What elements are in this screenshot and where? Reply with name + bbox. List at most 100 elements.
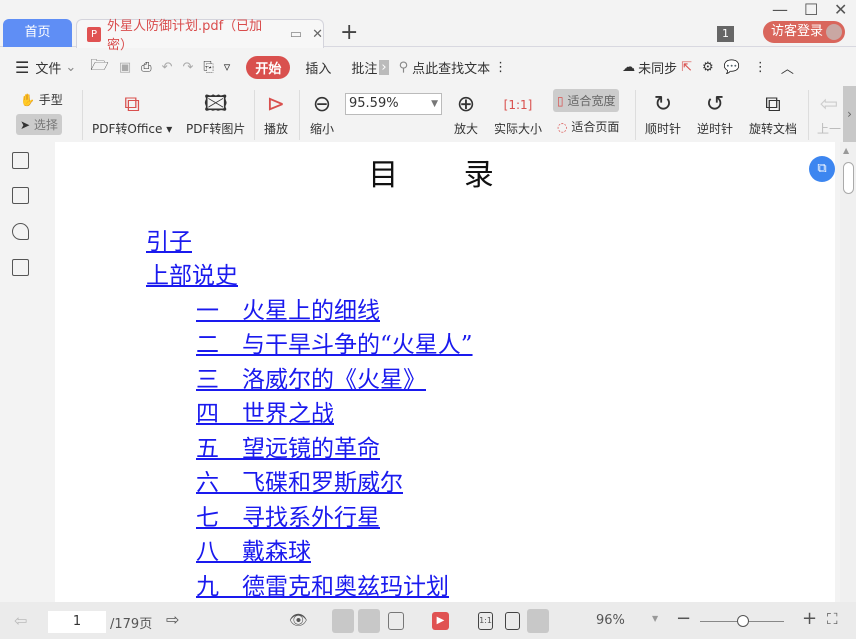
pdf-to-image-button[interactable]: 🖾 PDF转图片 — [186, 90, 245, 137]
new-tab-button[interactable]: + — [340, 20, 358, 45]
floating-tool-button[interactable]: ⧉ — [809, 156, 835, 182]
comment-icon[interactable]: 💬 — [724, 60, 740, 75]
fit-page-label: 适合页面 — [571, 120, 620, 134]
cloud-icon[interactable]: ☁ — [622, 60, 635, 75]
redo-icon[interactable]: ↷ — [182, 60, 193, 75]
actual-size-button[interactable]: [1:1] 实际大小 — [494, 90, 542, 137]
login-button[interactable]: 访客登录 — [763, 21, 845, 43]
two-page-icon[interactable] — [388, 612, 404, 630]
menu-bar: ☰ 文件 ⌄ 🗁 ▣ ⎙ ↶ ↷ ⎘ ▿ 开始 插入 批注 › ⚲ 点此查找文本… — [0, 48, 856, 86]
fit-width-label: 适合宽度 — [567, 94, 616, 108]
eye-protection-icon[interactable]: 👁 — [289, 611, 308, 629]
fit-page-button[interactable]: ◌ 适合页面 — [557, 118, 619, 135]
zoom-out-icon[interactable]: − — [676, 608, 691, 629]
play-icon: ⊳ — [266, 92, 286, 117]
tab-home[interactable]: 首页 — [3, 19, 72, 47]
previous-page-button[interactable]: ⇦ 上一 — [817, 90, 841, 137]
pdf-page: 目 录 引子 上部说史 一 火星上的细线 二 与干旱斗争的“火星人” 三 洛威尔… — [55, 142, 835, 602]
toc-entry[interactable]: 四 世界之战 — [196, 394, 334, 428]
toc-entry[interactable]: 八 戴森球 — [196, 532, 311, 566]
toc-entry[interactable]: 七 寻找系外行星 — [196, 498, 380, 532]
next-page-icon[interactable]: ⇨ — [166, 610, 179, 629]
tab-annotate[interactable]: 批注 — [351, 58, 377, 77]
actual-size-icon[interactable]: 1:1 — [478, 612, 493, 630]
settings-icon[interactable]: ⚙ — [702, 60, 714, 75]
collapse-icon[interactable]: ︿ — [781, 58, 794, 77]
tab-document[interactable]: P 外星人防御计划.pdf（已加密） ▭ ✕ — [76, 19, 324, 53]
outline-icon[interactable] — [12, 152, 29, 169]
toc-entry[interactable]: 引子 — [146, 222, 192, 256]
prev-label: 上一 — [817, 122, 842, 136]
scroll-tabs-icon[interactable]: › — [379, 59, 389, 75]
undo-icon[interactable]: ↶ — [162, 60, 173, 75]
zoom-out-button[interactable]: ⊖ 缩小 — [310, 90, 334, 137]
select-tool[interactable]: ➤ 选择 — [16, 114, 62, 135]
ribbon-scroll-right[interactable]: › — [843, 86, 856, 142]
toc-entry[interactable]: 一 火星上的细线 — [196, 291, 380, 325]
toc-entry[interactable]: 二 与干旱斗争的“火星人” — [196, 325, 473, 359]
ribbon: ✋ 手型 ➤ 选择 ⧉ PDF转Office ▾ 🖾 PDF转图片 ⊳ 播放 ⊖ 缩小 … — [0, 86, 856, 142]
open-icon[interactable]: 🗁 — [90, 55, 109, 80]
pdf-to-office-button[interactable]: ⧉ PDF转Office ▾ — [92, 90, 172, 137]
counter-clockwise-label: 逆时针 — [697, 122, 734, 136]
toc-entry[interactable]: 五 望远镜的革命 — [196, 429, 380, 463]
toc-entry[interactable]: 三 洛威尔的《火星》 — [196, 360, 426, 394]
zoom-select[interactable]: 95.59% ▼ — [345, 93, 442, 115]
single-page-continuous-icon[interactable] — [332, 609, 354, 633]
tab-insert[interactable]: 插入 — [305, 58, 331, 77]
page-total: /179页 — [110, 617, 153, 632]
play-slideshow-icon[interactable]: ▶ — [432, 612, 449, 630]
scroll-up-icon[interactable]: ▲ — [843, 146, 849, 155]
fit-width-icon[interactable] — [527, 609, 549, 633]
more-icon[interactable]: ⋮ — [494, 60, 507, 75]
toc-entry[interactable]: 九 德雷克和奥兹玛计划 — [196, 567, 449, 601]
more-options-icon[interactable]: ⋮ — [754, 60, 767, 75]
scrollbar-thumb[interactable] — [843, 162, 854, 194]
zoom-percent[interactable]: 96% — [596, 613, 625, 628]
search-input[interactable]: 点此查找文本 — [412, 58, 490, 77]
close-tab-icon[interactable]: ✕ — [312, 27, 323, 42]
play-button[interactable]: ⊳ 播放 — [264, 90, 288, 137]
hand-tool[interactable]: ✋ 手型 — [20, 91, 63, 108]
pin-icon[interactable]: ▭ — [290, 27, 302, 42]
search-icon[interactable]: ⚲ — [399, 60, 409, 75]
toc-entry[interactable]: 上部说史 — [146, 256, 238, 290]
page-number-input[interactable]: 1 — [48, 611, 106, 633]
sync-status[interactable]: 未同步 — [638, 58, 677, 77]
window-count-badge[interactable]: 1 — [717, 26, 734, 42]
rotate-clockwise-button[interactable]: ↻ 顺时针 — [645, 90, 681, 137]
maximize-icon[interactable]: ☐ — [804, 0, 818, 19]
single-page-icon[interactable] — [358, 609, 380, 633]
export-icon[interactable]: ⎘ — [203, 60, 213, 75]
pdf-to-office-label: PDF转Office — [92, 122, 163, 136]
fit-page-icon[interactable] — [505, 612, 520, 630]
thumbnail-icon[interactable] — [12, 187, 29, 204]
pdf-icon: P — [87, 26, 101, 42]
print-icon[interactable]: ⎙ — [141, 60, 151, 75]
zoom-dropdown-icon[interactable]: ▼ — [652, 614, 658, 623]
hamburger-icon[interactable]: ☰ — [15, 58, 29, 77]
share-icon[interactable]: ⇱ — [681, 60, 692, 75]
close-window-icon[interactable]: ✕ — [834, 0, 847, 19]
rotate-document-button[interactable]: ⧉ 旋转文档 — [749, 90, 797, 137]
zoom-slider-handle[interactable] — [737, 615, 749, 627]
minimize-icon[interactable]: — — [772, 0, 788, 19]
prev-page-icon[interactable]: ⇦ — [14, 611, 27, 630]
pdf-to-image-label: PDF转图片 — [186, 122, 246, 136]
zoom-in-icon[interactable]: + — [802, 608, 817, 629]
file-menu[interactable]: 文件 — [35, 58, 61, 77]
more-dropdown-icon[interactable]: ▿ — [224, 60, 231, 75]
vertical-scrollbar[interactable]: ▲ — [840, 142, 856, 602]
rotate-counter-button[interactable]: ↺ 逆时针 — [697, 90, 733, 137]
annotation-icon[interactable] — [12, 223, 29, 240]
chevron-down-icon[interactable]: ⌄ — [65, 60, 76, 75]
signature-icon[interactable] — [12, 259, 29, 276]
zoom-in-button[interactable]: ⊕ 放大 — [454, 90, 478, 137]
select-label: 选择 — [33, 118, 58, 132]
zoom-value: 95.59% — [349, 96, 399, 111]
toc-entry[interactable]: 六 飞碟和罗斯威尔 — [196, 463, 403, 497]
fit-width-button[interactable]: ▯ 适合宽度 — [553, 89, 620, 112]
fullscreen-icon[interactable]: ⛶ — [827, 610, 838, 628]
tab-start[interactable]: 开始 — [246, 55, 291, 79]
save-icon[interactable]: ▣ — [119, 60, 131, 75]
